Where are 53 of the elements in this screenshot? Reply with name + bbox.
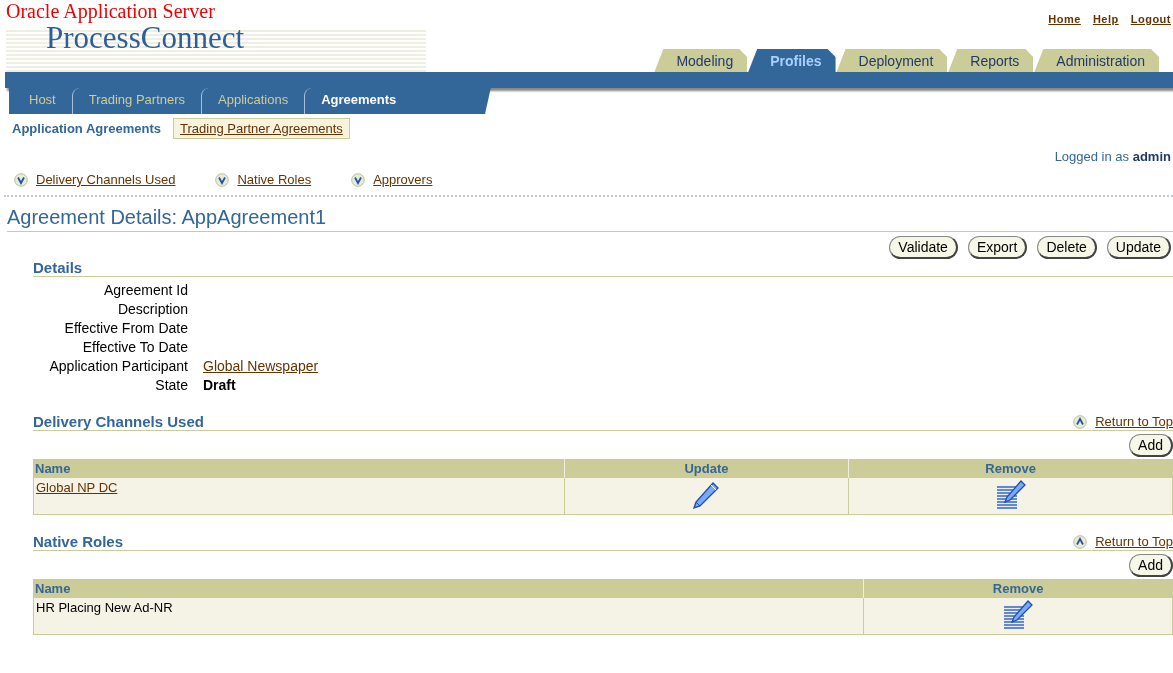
quick-link[interactable]: Approvers: [373, 172, 433, 187]
add-button[interactable]: Add: [1129, 554, 1173, 577]
user-info: Logged in as admin: [1054, 149, 1171, 164]
field-label: Application Participant: [48, 357, 188, 376]
column-header: Remove: [848, 459, 1172, 478]
main-tab[interactable]: Deployment: [836, 49, 948, 72]
field-value-link[interactable]: Global Newspaper: [203, 358, 319, 374]
action-button[interactable]: Delete: [1037, 236, 1097, 259]
sub-tab[interactable]: Host: [21, 87, 72, 114]
up-chevron-icon: [1073, 414, 1088, 429]
section-title: Native Roles: [33, 533, 124, 550]
note-pencil-icon[interactable]: [1002, 600, 1035, 632]
down-chevron-icon: [14, 172, 28, 187]
return-to-top-link[interactable]: Return to Top: [1095, 414, 1173, 429]
action-button[interactable]: Update: [1106, 236, 1171, 259]
main-tab[interactable]: Administration: [1034, 49, 1159, 72]
column-header: Remove: [863, 579, 1172, 598]
note-pencil-icon[interactable]: [994, 480, 1027, 512]
page-tab[interactable]: Application Agreements: [12, 118, 168, 139]
sub-tab[interactable]: Applications: [201, 87, 305, 114]
column-header: Update: [563, 459, 849, 478]
global-link[interactable]: Home: [1048, 13, 1081, 25]
name-link[interactable]: Global NP DC: [36, 480, 118, 495]
main-tab[interactable]: Modeling: [654, 49, 748, 72]
return-to-top-link[interactable]: Return to Top: [1095, 534, 1173, 549]
field-label: Agreement Id: [102, 281, 188, 300]
field-label: Effective From Date: [63, 319, 188, 338]
down-chevron-icon: [215, 172, 230, 187]
main-tab[interactable]: Profiles: [748, 49, 836, 72]
field-label: State: [154, 376, 188, 395]
column-header: Name: [34, 579, 864, 598]
global-link[interactable]: Help: [1092, 13, 1119, 25]
field-label: Effective To Date: [81, 338, 188, 357]
page-title: Agreement Details: AppAgreement1: [7, 206, 1173, 232]
down-chevron-icon: [351, 172, 366, 187]
global-link[interactable]: Logout: [1130, 13, 1171, 25]
up-chevron-icon: [1073, 534, 1088, 549]
quick-link[interactable]: Delivery Channels Used: [36, 172, 176, 187]
table-cell: HR Placing New Ad-NR: [36, 600, 173, 615]
action-button[interactable]: Validate: [889, 236, 958, 259]
section-title: Details: [33, 259, 83, 276]
product-name: ProcessConnect: [46, 22, 245, 54]
main-tab[interactable]: Reports: [948, 49, 1034, 72]
sub-tab[interactable]: Trading Partners: [71, 87, 202, 114]
page-tab[interactable]: Trading Partner Agreements: [173, 118, 350, 139]
section-title: Delivery Channels Used: [33, 413, 204, 430]
add-button[interactable]: Add: [1129, 434, 1173, 457]
field-label: Description: [116, 300, 188, 319]
column-header: Name: [34, 459, 564, 478]
action-button[interactable]: Export: [967, 236, 1028, 259]
field-value: Draft: [203, 377, 236, 393]
quick-link[interactable]: Native Roles: [237, 172, 312, 187]
sub-tab[interactable]: Agreements: [304, 87, 413, 114]
